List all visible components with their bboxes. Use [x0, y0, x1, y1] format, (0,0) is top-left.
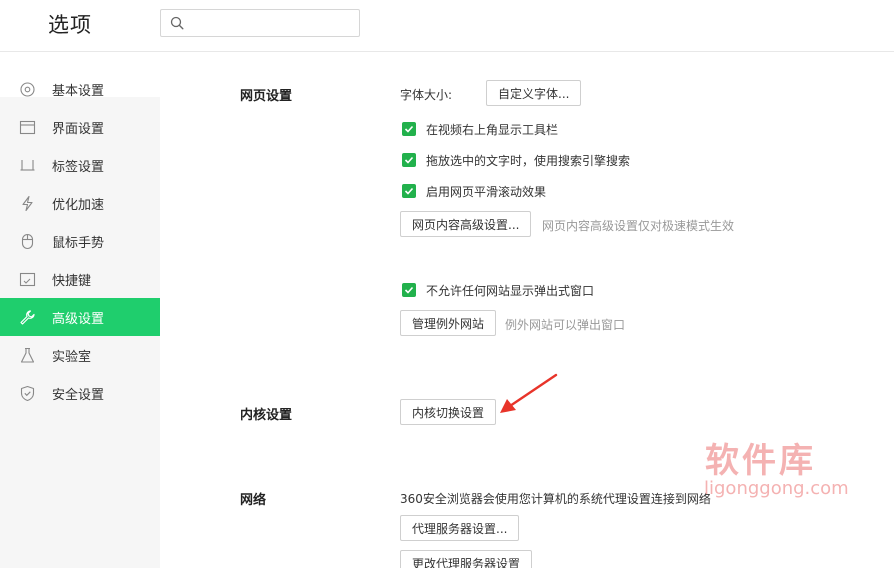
flask-icon	[20, 347, 35, 363]
sidebar-item-label: 标签设置	[52, 160, 105, 175]
checkmark-icon	[404, 156, 414, 164]
video-toolbar-option: 在视频右上角显示工具栏	[402, 120, 558, 138]
exceptions-hint: 例外网站可以弹出窗口	[505, 318, 626, 332]
change-proxy-button[interactable]: 更改代理服务器设置	[400, 550, 533, 568]
sidebar-item-label: 实验室	[52, 350, 92, 365]
sidebar-item-interface[interactable]: 界面设置	[0, 108, 160, 146]
proxy-settings-button[interactable]: 代理服务器设置...	[400, 515, 520, 541]
block-popups-checkbox[interactable]	[402, 283, 416, 297]
smooth-scroll-checkbox[interactable]	[402, 184, 416, 198]
drag-search-checkbox[interactable]	[402, 153, 416, 167]
sidebar-item-label: 安全设置	[52, 388, 105, 403]
red-arrow-annotation	[500, 373, 558, 413]
checkmark-icon	[404, 286, 414, 294]
window-icon	[19, 120, 36, 135]
sidebar-item-label: 快捷键	[52, 274, 92, 289]
sidebar-item-tabs[interactable]: 标签设置	[0, 146, 160, 184]
header: 选项	[0, 0, 894, 52]
sidebar: 基本设置 界面设置 标签设置 优化加速 鼠标手势 快捷键 高级设置 实验室 安全…	[0, 53, 160, 568]
watermark-text: 软件库	[705, 441, 816, 481]
shield-icon	[20, 385, 35, 402]
mouse-icon	[21, 233, 34, 250]
sidebar-item-label: 界面设置	[52, 122, 105, 137]
video-toolbar-checkbox[interactable]	[402, 122, 416, 136]
sidebar-item-label: 优化加速	[52, 198, 105, 213]
sidebar-item-label: 鼠标手势	[52, 236, 105, 251]
search-input[interactable]	[189, 12, 355, 34]
sidebar-item-optimize[interactable]: 优化加速	[0, 184, 160, 222]
block-popups-label: 不允许任何网站显示弹出式窗口	[426, 283, 595, 298]
page-title: 选项	[48, 13, 92, 37]
network-description: 360安全浏览器会使用您计算机的系统代理设置连接到网络	[400, 492, 711, 506]
tab-icon	[20, 160, 35, 171]
wrench-icon	[20, 310, 35, 325]
font-size-label: 字体大小:	[400, 88, 453, 102]
advanced-content-hint: 网页内容高级设置仅对极速模式生效	[542, 219, 735, 233]
video-toolbar-label: 在视频右上角显示工具栏	[426, 122, 559, 137]
smooth-scroll-label: 启用网页平滑滚动效果	[426, 184, 547, 199]
gear-icon	[20, 82, 35, 97]
search-icon	[170, 16, 184, 30]
drag-search-label: 拖放选中的文字时，使用搜索引擎搜索	[426, 153, 631, 168]
drag-search-option: 拖放选中的文字时，使用搜索引擎搜索	[402, 151, 630, 169]
sidebar-item-label: 高级设置	[52, 312, 105, 327]
watermark-url: ligonggong.com	[704, 478, 849, 499]
lightning-icon	[22, 195, 33, 212]
keyboard-icon	[19, 272, 36, 287]
sidebar-item-label: 基本设置	[52, 84, 105, 99]
advanced-content-button[interactable]: 网页内容高级设置...	[400, 211, 532, 237]
manage-exceptions-button[interactable]: 管理例外网站	[400, 310, 497, 336]
checkmark-icon	[404, 187, 414, 195]
sidebar-item-shortcuts[interactable]: 快捷键	[0, 260, 160, 298]
webpage-section-title: 网页设置	[240, 89, 293, 104]
kernel-section-title: 内核设置	[240, 408, 293, 423]
block-popups-option: 不允许任何网站显示弹出式窗口	[402, 281, 594, 299]
kernel-switch-button[interactable]: 内核切换设置	[400, 399, 497, 425]
custom-font-button[interactable]: 自定义字体...	[486, 80, 582, 106]
search-box[interactable]	[160, 9, 360, 37]
sidebar-item-lab[interactable]: 实验室	[0, 336, 160, 374]
sidebar-item-advanced[interactable]: 高级设置	[0, 298, 160, 336]
checkmark-icon	[404, 125, 414, 133]
smooth-scroll-option: 启用网页平滑滚动效果	[402, 182, 546, 200]
network-section-title: 网络	[240, 493, 267, 508]
sidebar-item-basic[interactable]: 基本设置	[0, 70, 160, 108]
sidebar-item-security[interactable]: 安全设置	[0, 374, 160, 412]
sidebar-item-mouse-gesture[interactable]: 鼠标手势	[0, 222, 160, 260]
